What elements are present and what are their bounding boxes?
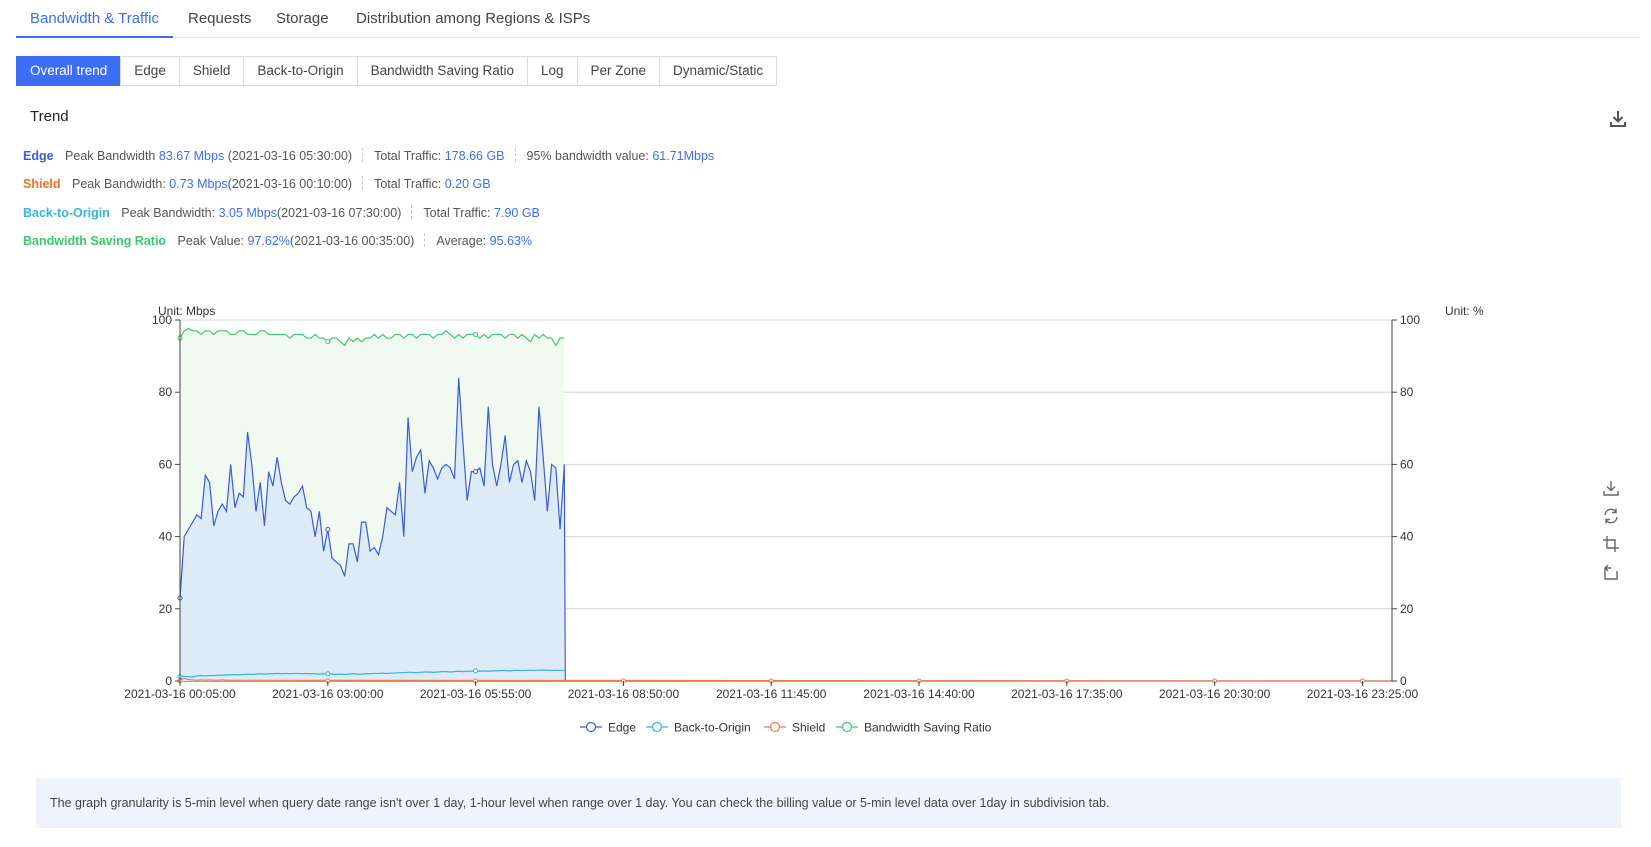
zoom-icon[interactable] (1601, 534, 1621, 554)
data-point-origin (473, 668, 479, 674)
y-tick-label-right: 0 (1400, 674, 1407, 688)
summary-origin-peak-value: 3.05 Mbps (218, 206, 277, 220)
summary-edge-traffic-label: Total Traffic: (374, 149, 442, 163)
data-point-ratio (473, 331, 479, 337)
data-point-edge (325, 526, 331, 532)
divider (411, 205, 413, 219)
legend-item[interactable]: Back-to-Origin (646, 721, 751, 735)
legend-marker (769, 721, 781, 733)
summary-origin: Back-to-Origin Peak Bandwidth: 3.05 Mbps… (23, 204, 540, 222)
legend-label: Edge (608, 721, 636, 735)
summary-origin-peak-label: Peak Bandwidth: (121, 206, 216, 220)
data-point-origin (325, 671, 331, 677)
legend-label: Shield (792, 721, 825, 735)
legend-item[interactable]: Shield (764, 721, 825, 735)
tab-requests[interactable]: Requests (188, 0, 251, 36)
legend-item[interactable]: Edge (580, 721, 636, 735)
granularity-note: The graph granularity is 5-min level whe… (36, 778, 1621, 828)
summary-edge-peak-time: (2021-03-16 05:30:00) (227, 149, 353, 163)
divider (424, 233, 426, 247)
subtab-dynamic-static[interactable]: Dynamic/Static (659, 56, 778, 86)
summary-ratio-avg-label: Average: (436, 234, 487, 248)
x-tick-label: 2021-03-16 08:50:00 (568, 687, 680, 701)
summary-edge: Edge Peak Bandwidth 83.67 Mbps (2021-03-… (23, 147, 714, 165)
legend-marker (585, 721, 597, 733)
trend-chart[interactable]: 0 0 20 20 40 40 60 60 80 80 100 100 2021-03-16 00:05… (0, 300, 1651, 780)
divider (362, 176, 364, 190)
tab-distribution[interactable]: Distribution among Regions & ISPs (356, 0, 590, 36)
right-axis-unit: Unit: % (1445, 304, 1484, 318)
legend-item[interactable]: Bandwidth Saving Ratio (836, 721, 992, 735)
sub-tab-bar: Overall trend Edge Shield Back-to-Origin… (16, 56, 778, 86)
tab-bandwidth-traffic[interactable]: Bandwidth & Traffic (16, 0, 173, 38)
y-tick-label-right: 40 (1400, 530, 1414, 544)
summary-edge-peak-value: 83.67 Mbps (158, 149, 225, 163)
x-tick-label: 2021-03-16 11:45:00 (716, 687, 827, 701)
summary-shield-traffic-value: 0.20 GB (444, 177, 491, 191)
save-image-icon[interactable] (1601, 478, 1621, 498)
data-point-edge (473, 469, 479, 475)
legend-marker (841, 721, 853, 733)
y-tick-label-left: 40 (159, 530, 173, 544)
subtab-back-to-origin[interactable]: Back-to-Origin (243, 56, 358, 86)
section-title: Trend (30, 108, 69, 125)
summary-edge-p95-label: 95% bandwidth value: (526, 149, 649, 163)
summary-shield-peak-value: 0.73 Mbps (169, 177, 228, 191)
summary-shield: Shield Peak Bandwidth: 0.73 Mbps(2021-03… (23, 175, 491, 193)
summary-ratio-avg-value: 95.63% (489, 234, 533, 248)
subtab-edge[interactable]: Edge (120, 56, 180, 86)
legend-label: Back-to-Origin (674, 721, 751, 735)
legend-label: Bandwidth Saving Ratio (864, 721, 992, 735)
summary-origin-traffic-value: 7.90 GB (494, 206, 540, 220)
legend-marker (651, 721, 663, 733)
summary-origin-peak-time: (2021-03-16 07:30:00) (276, 206, 402, 220)
summary-shield-traffic-label: Total Traffic: (374, 177, 442, 191)
summary-origin-traffic-label: Total Traffic: (423, 206, 491, 220)
summary-edge-peak-label: Peak Bandwidth (65, 149, 156, 163)
left-axis-unit: Unit: Mbps (158, 304, 215, 318)
x-tick-label: 2021-03-16 14:40:00 (863, 687, 975, 701)
y-tick-label-left: 80 (159, 385, 173, 399)
tab-storage[interactable]: Storage (276, 0, 329, 36)
download-icon[interactable] (1607, 108, 1629, 130)
summary-ratio: Bandwidth Saving Ratio Peak Value: 97.62… (23, 232, 532, 250)
y-tick-label-left: 20 (159, 602, 173, 616)
y-tick-label-right: 100 (1400, 313, 1420, 327)
x-tick-label: 2021-03-16 00:05:00 (124, 687, 236, 701)
subtab-log[interactable]: Log (526, 56, 578, 86)
subtab-bandwidth-saving-ratio[interactable]: Bandwidth Saving Ratio (356, 56, 528, 86)
divider (362, 148, 364, 162)
divider (514, 148, 517, 162)
restore-icon[interactable] (1601, 506, 1621, 526)
summary-edge-name: Edge (23, 149, 54, 163)
summary-shield-peak-label: Peak Bandwidth: (72, 177, 166, 191)
y-tick-label-right: 80 (1400, 385, 1414, 399)
summary-edge-traffic-value: 178.66 GB (444, 149, 505, 163)
y-tick-label-right: 60 (1400, 457, 1414, 471)
y-tick-label-right: 20 (1400, 602, 1414, 616)
main-tab-bar: Bandwidth & Traffic Requests Storage Dis… (16, 0, 1640, 38)
summary-ratio-peak-value: 97.62% (247, 234, 290, 248)
summary-origin-name: Back-to-Origin (23, 206, 110, 220)
x-tick-label: 2021-03-16 03:00:00 (272, 687, 384, 701)
y-tick-label-left: 0 (165, 674, 172, 688)
summary-shield-peak-time: (2021-03-16 00:10:00) (227, 177, 353, 191)
subtab-shield[interactable]: Shield (178, 56, 245, 86)
x-tick-label: 2021-03-16 05:55:00 (420, 687, 532, 701)
x-tick-label: 2021-03-16 17:35:00 (1011, 687, 1123, 701)
y-tick-label-left: 60 (159, 457, 173, 471)
x-tick-label: 2021-03-16 20:30:00 (1159, 687, 1271, 701)
summary-ratio-name: Bandwidth Saving Ratio (23, 234, 167, 248)
subtab-overall-trend[interactable]: Overall trend (16, 56, 122, 86)
summary-ratio-peak-time: (2021-03-16 00:35:00) (289, 234, 415, 248)
chart-toolbox (1601, 478, 1621, 590)
data-point-ratio (325, 339, 331, 345)
summary-edge-p95-value: 61.71Mbps (652, 149, 715, 163)
summary-ratio-peak-label: Peak Value: (177, 234, 245, 248)
subtab-per-zone[interactable]: Per Zone (576, 56, 661, 86)
zoom-back-icon[interactable] (1601, 562, 1621, 582)
summary-shield-name: Shield (23, 177, 61, 191)
x-tick-label: 2021-03-16 23:25:00 (1307, 687, 1419, 701)
trend-chart-svg: 0 020 2040 4060 6080 80100 1002021-03-16 00:05… (124, 304, 1484, 735)
